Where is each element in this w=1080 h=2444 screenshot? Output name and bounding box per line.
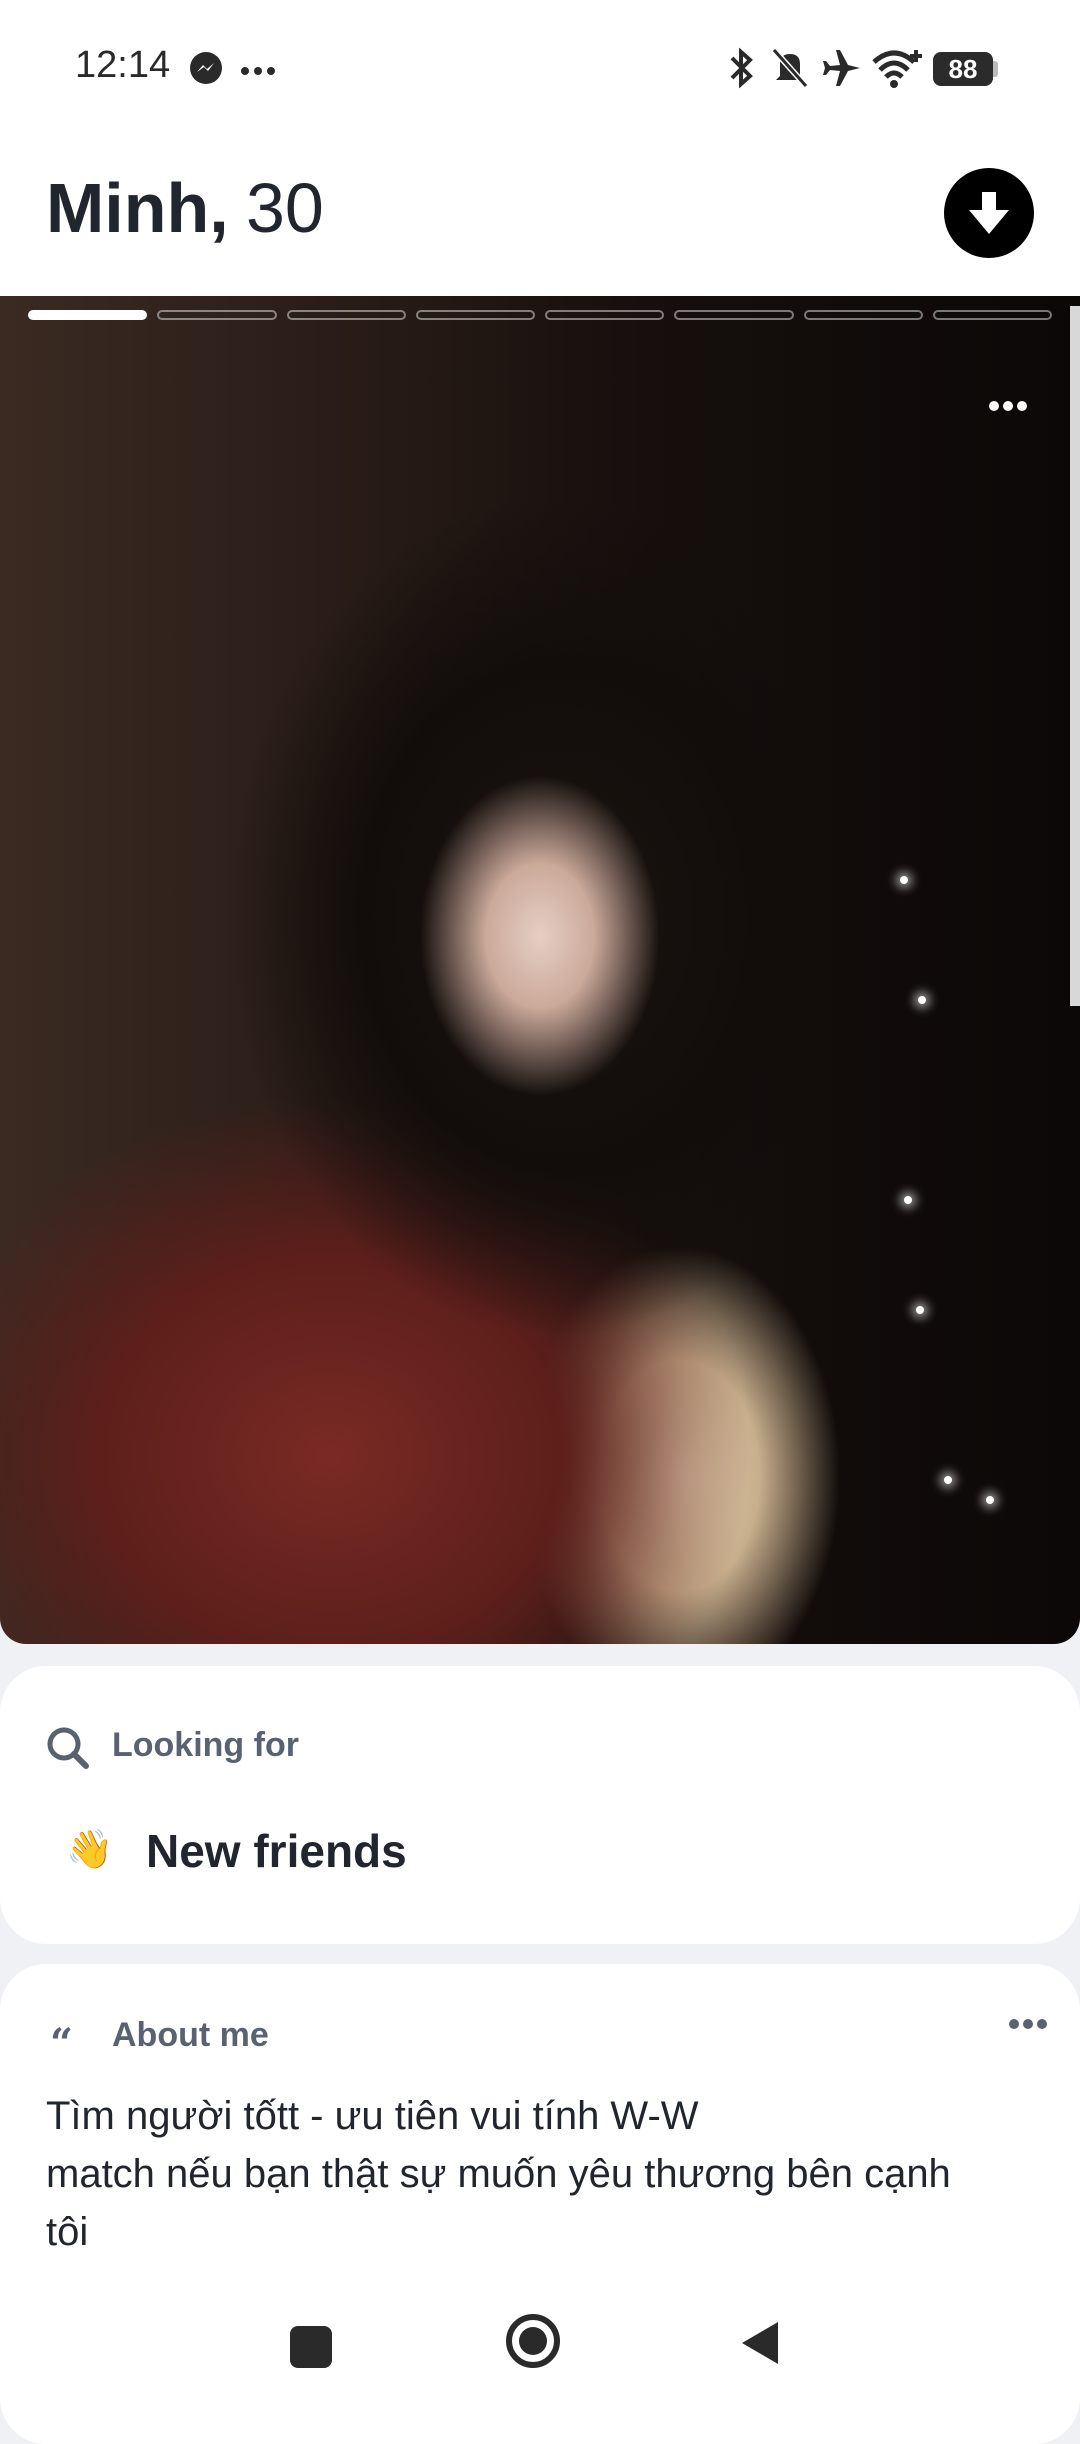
mute-icon bbox=[771, 48, 809, 88]
messenger-icon bbox=[190, 52, 222, 84]
home-button[interactable] bbox=[506, 2314, 560, 2368]
waving-hand-icon: 👋 bbox=[66, 1829, 114, 1871]
status-bar: 12:14 88 bbox=[0, 0, 1080, 138]
quote-icon: “ bbox=[50, 2020, 74, 2067]
looking-for-value: New friends bbox=[146, 1825, 407, 1877]
photo-options-icon[interactable] bbox=[988, 400, 1028, 412]
looking-for-label: Looking for bbox=[112, 1726, 299, 1764]
home-dot bbox=[519, 2327, 547, 2355]
about-options-icon[interactable] bbox=[1008, 2018, 1048, 2030]
wifi-icon bbox=[872, 50, 922, 88]
photo-light bbox=[944, 1476, 952, 1484]
about-text-line: match nếu bạn thật sự muốn yêu thương bê… bbox=[46, 2152, 951, 2196]
arrow-down-icon bbox=[969, 192, 1009, 234]
bluetooth-icon bbox=[730, 47, 753, 89]
battery-indicator: 88 bbox=[933, 52, 993, 86]
search-icon bbox=[47, 1727, 89, 1769]
photo-progress-indicator bbox=[28, 310, 1052, 322]
photo-light bbox=[916, 1306, 924, 1314]
scrollbar[interactable] bbox=[1070, 306, 1080, 1006]
battery-tip bbox=[993, 61, 998, 77]
photo-progress-segment[interactable] bbox=[28, 310, 148, 320]
profile-header: Minh, 30 bbox=[0, 138, 1080, 296]
photo-progress-segment[interactable] bbox=[157, 310, 277, 320]
more-dots-icon bbox=[241, 67, 275, 75]
photo-progress-segment[interactable] bbox=[415, 310, 535, 320]
photo-light bbox=[986, 1496, 994, 1504]
profile-name: Minh, bbox=[46, 169, 229, 247]
recent-apps-button[interactable] bbox=[290, 2326, 332, 2368]
photo-progress-segment[interactable] bbox=[932, 310, 1052, 320]
status-time: 12:14 bbox=[75, 44, 171, 86]
about-text-line: Tìm người tốtt - ưu tiên vui tính W-W bbox=[46, 2094, 699, 2138]
collapse-profile-button[interactable] bbox=[944, 168, 1034, 258]
photo-progress-segment[interactable] bbox=[674, 310, 794, 320]
photo-progress-segment[interactable] bbox=[803, 310, 923, 320]
back-button[interactable] bbox=[738, 2318, 782, 2368]
photo-progress-segment[interactable] bbox=[286, 310, 406, 320]
profile-age: 30 bbox=[246, 169, 324, 247]
photo-light bbox=[918, 996, 926, 1004]
profile-photo[interactable] bbox=[0, 296, 1080, 1644]
photo-progress-segment[interactable] bbox=[545, 310, 665, 320]
about-text-line: tôi bbox=[46, 2210, 89, 2254]
airplane-icon bbox=[823, 50, 860, 86]
about-me-label: About me bbox=[112, 2016, 269, 2054]
photo-light bbox=[904, 1196, 912, 1204]
looking-for-card: Looking for 👋 New friends bbox=[0, 1666, 1080, 1944]
photo-light bbox=[900, 876, 908, 884]
system-nav-bar bbox=[0, 2280, 1080, 2400]
